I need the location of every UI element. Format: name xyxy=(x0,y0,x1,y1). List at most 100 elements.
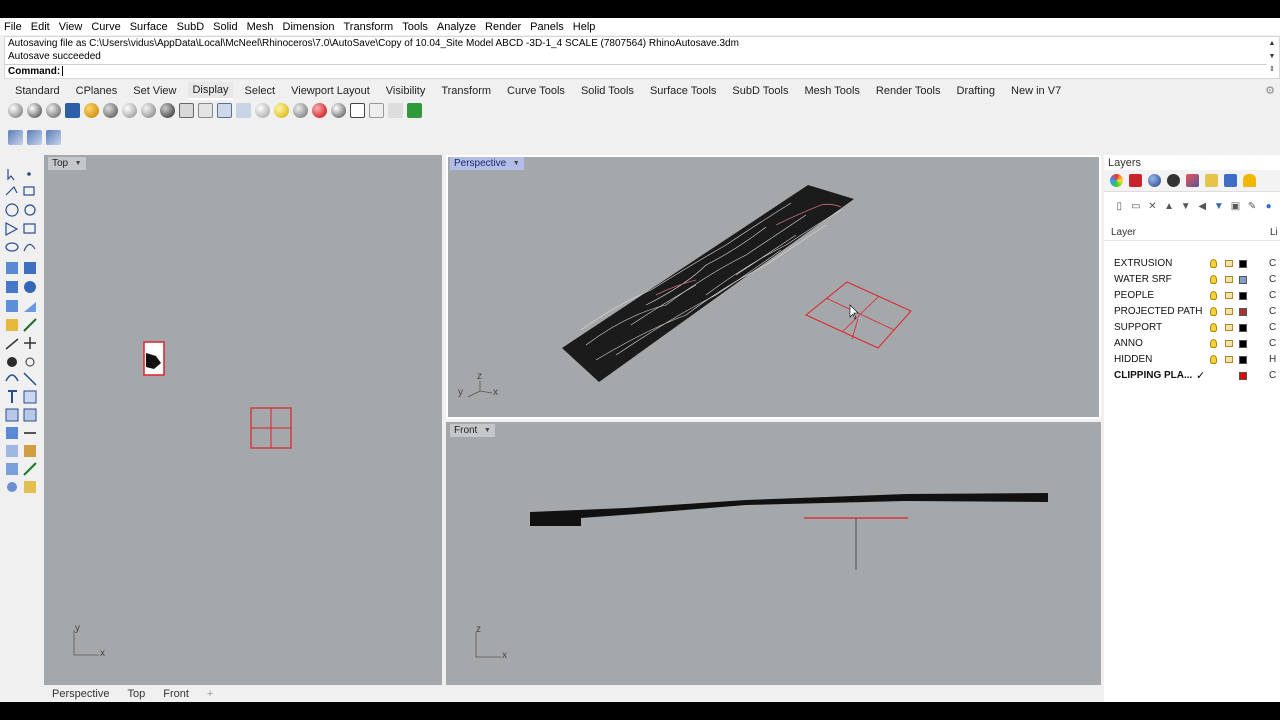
layer-color-swatch[interactable] xyxy=(1239,324,1247,332)
menu-transform[interactable]: Transform xyxy=(344,21,394,33)
visibility-bulb-icon[interactable] xyxy=(1210,339,1217,348)
layer-color-swatch[interactable] xyxy=(1239,372,1247,380)
layer-color-swatch[interactable] xyxy=(1239,292,1247,300)
layer-color-swatch[interactable] xyxy=(1239,340,1247,348)
tab-standard[interactable]: Standard xyxy=(15,85,60,97)
visibility-bulb-icon[interactable] xyxy=(1210,275,1217,284)
materials-icon[interactable] xyxy=(1148,174,1161,187)
gear-icon[interactable]: ⚙ xyxy=(1265,84,1275,97)
page-icon[interactable] xyxy=(27,130,42,145)
grid-icon[interactable] xyxy=(236,102,251,118)
layer-linetype[interactable]: C xyxy=(1269,274,1276,285)
environment-sphere-icon[interactable] xyxy=(293,102,308,118)
technical-sphere-icon[interactable] xyxy=(122,102,137,118)
chevron-down-icon[interactable]: ▼ xyxy=(72,157,84,170)
camera-sphere-icon[interactable] xyxy=(331,102,346,118)
layers-stack-icon[interactable] xyxy=(1129,174,1142,187)
tab-mesh-tools[interactable]: Mesh Tools xyxy=(804,85,859,97)
menu-solid[interactable]: Solid xyxy=(213,21,237,33)
layer-linetype[interactable]: H xyxy=(1269,354,1276,365)
menu-mesh[interactable]: Mesh xyxy=(247,21,274,33)
layer-name[interactable]: PEOPLE xyxy=(1114,290,1154,301)
chevron-down-icon[interactable]: ▼ xyxy=(481,424,493,437)
lock-icon[interactable] xyxy=(1225,292,1233,299)
viewport-top[interactable]: Top ▼ y x xyxy=(44,155,442,685)
visibility-bulb-icon[interactable] xyxy=(1210,355,1217,364)
move-out-icon[interactable]: ◀ xyxy=(1197,201,1208,212)
menu-help[interactable]: Help xyxy=(573,21,596,33)
light-sphere-icon[interactable] xyxy=(274,102,289,118)
viewport-label-top[interactable]: Top ▼ xyxy=(48,157,87,170)
lock-icon[interactable] xyxy=(1225,276,1233,283)
menu-subd[interactable]: SubD xyxy=(177,21,205,33)
layer-row[interactable]: ANNO C xyxy=(1104,336,1280,352)
visibility-bulb-icon[interactable] xyxy=(1210,323,1217,332)
layer-name[interactable]: WATER SRF xyxy=(1114,274,1172,285)
menu-render[interactable]: Render xyxy=(485,21,521,33)
layer-row[interactable]: CLIPPING PLA... ✓ C xyxy=(1104,368,1280,384)
layer-row[interactable]: HIDDEN H xyxy=(1104,352,1280,368)
named-views-icon[interactable] xyxy=(1224,174,1237,187)
layer-row[interactable]: EXTRUSION C xyxy=(1104,256,1280,272)
capture-icon[interactable] xyxy=(350,102,365,118)
layer-name[interactable]: PROJECTED PATH xyxy=(1114,306,1203,317)
tab-render-tools[interactable]: Render Tools xyxy=(876,85,941,97)
layer-name[interactable]: EXTRUSION xyxy=(1114,258,1172,269)
menu-panels[interactable]: Panels xyxy=(530,21,564,33)
layer-name[interactable]: SUPPORT xyxy=(1114,322,1162,333)
layer-name[interactable]: HIDDEN xyxy=(1114,354,1152,365)
menu-curve[interactable]: Curve xyxy=(91,21,120,33)
help-icon[interactable]: ● xyxy=(1263,201,1274,212)
menu-file[interactable]: File xyxy=(4,21,22,33)
ghosted-icon[interactable] xyxy=(65,102,80,118)
add-viewport-icon[interactable]: + xyxy=(207,688,213,700)
material-sphere-icon[interactable] xyxy=(255,102,270,118)
layer-color-swatch[interactable] xyxy=(1239,276,1247,284)
tab-transform[interactable]: Transform xyxy=(441,85,491,97)
viewport-tab-top[interactable]: Top xyxy=(127,688,145,700)
menu-tools[interactable]: Tools xyxy=(402,21,428,33)
viewport-front[interactable]: Front ▼ z x xyxy=(446,422,1101,685)
red-sphere-icon[interactable] xyxy=(312,102,327,118)
menu-surface[interactable]: Surface xyxy=(130,21,168,33)
shaded-sphere-icon[interactable] xyxy=(27,102,42,118)
xray-sphere-icon[interactable] xyxy=(103,102,118,118)
layer-name[interactable]: CLIPPING PLA... xyxy=(1114,370,1192,381)
tab-viewport-layout[interactable]: Viewport Layout xyxy=(291,85,370,97)
lock-icon[interactable] xyxy=(1225,324,1233,331)
layer-tools-icon[interactable]: ▣ xyxy=(1230,201,1241,212)
tab-surface-tools[interactable]: Surface Tools xyxy=(650,85,716,97)
notification-bell-icon[interactable] xyxy=(1243,174,1256,187)
tab-subd-tools[interactable]: SubD Tools xyxy=(732,85,788,97)
toggle-display-icon[interactable] xyxy=(179,102,194,118)
layer-row[interactable]: WATER SRF C xyxy=(1104,272,1280,288)
tab-new-in-v7[interactable]: New in V7 xyxy=(1011,85,1061,97)
viewport-tab-front[interactable]: Front xyxy=(163,688,189,700)
display-panel-icon[interactable] xyxy=(1186,174,1199,187)
lock-icon[interactable] xyxy=(1225,308,1233,315)
move-down-icon[interactable]: ▼ xyxy=(1180,201,1191,212)
named-view-icon[interactable] xyxy=(369,102,384,118)
layer-color-swatch[interactable] xyxy=(1239,356,1247,364)
tab-display[interactable]: Display xyxy=(188,82,233,100)
layer-linetype[interactable]: C xyxy=(1269,306,1276,317)
folder-icon[interactable] xyxy=(1205,174,1218,187)
left-tool-icons[interactable] xyxy=(3,163,41,503)
tab-solid-tools[interactable]: Solid Tools xyxy=(581,85,634,97)
chevron-down-icon[interactable]: ▼ xyxy=(510,157,522,170)
layer-name[interactable]: ANNO xyxy=(1114,338,1143,349)
layer-linetype[interactable]: C xyxy=(1269,322,1276,333)
scroll-up-icon[interactable]: ▲ xyxy=(1267,38,1277,49)
wireframe-sphere-icon[interactable] xyxy=(8,102,23,118)
menu-analyze[interactable]: Analyze xyxy=(437,21,476,33)
tab-cplanes[interactable]: CPlanes xyxy=(76,85,118,97)
lock-icon[interactable] xyxy=(1225,340,1233,347)
tab-curve-tools[interactable]: Curve Tools xyxy=(507,85,565,97)
detail-icon[interactable] xyxy=(46,130,61,145)
tab-set-view[interactable]: Set View xyxy=(133,85,176,97)
column-header-linetype[interactable]: Li xyxy=(1270,227,1278,238)
layer-row[interactable]: PEOPLE C xyxy=(1104,288,1280,304)
color-wheel-icon[interactable] xyxy=(1110,174,1123,187)
layer-linetype[interactable]: C xyxy=(1269,370,1276,381)
visibility-bulb-icon[interactable] xyxy=(1210,291,1217,300)
